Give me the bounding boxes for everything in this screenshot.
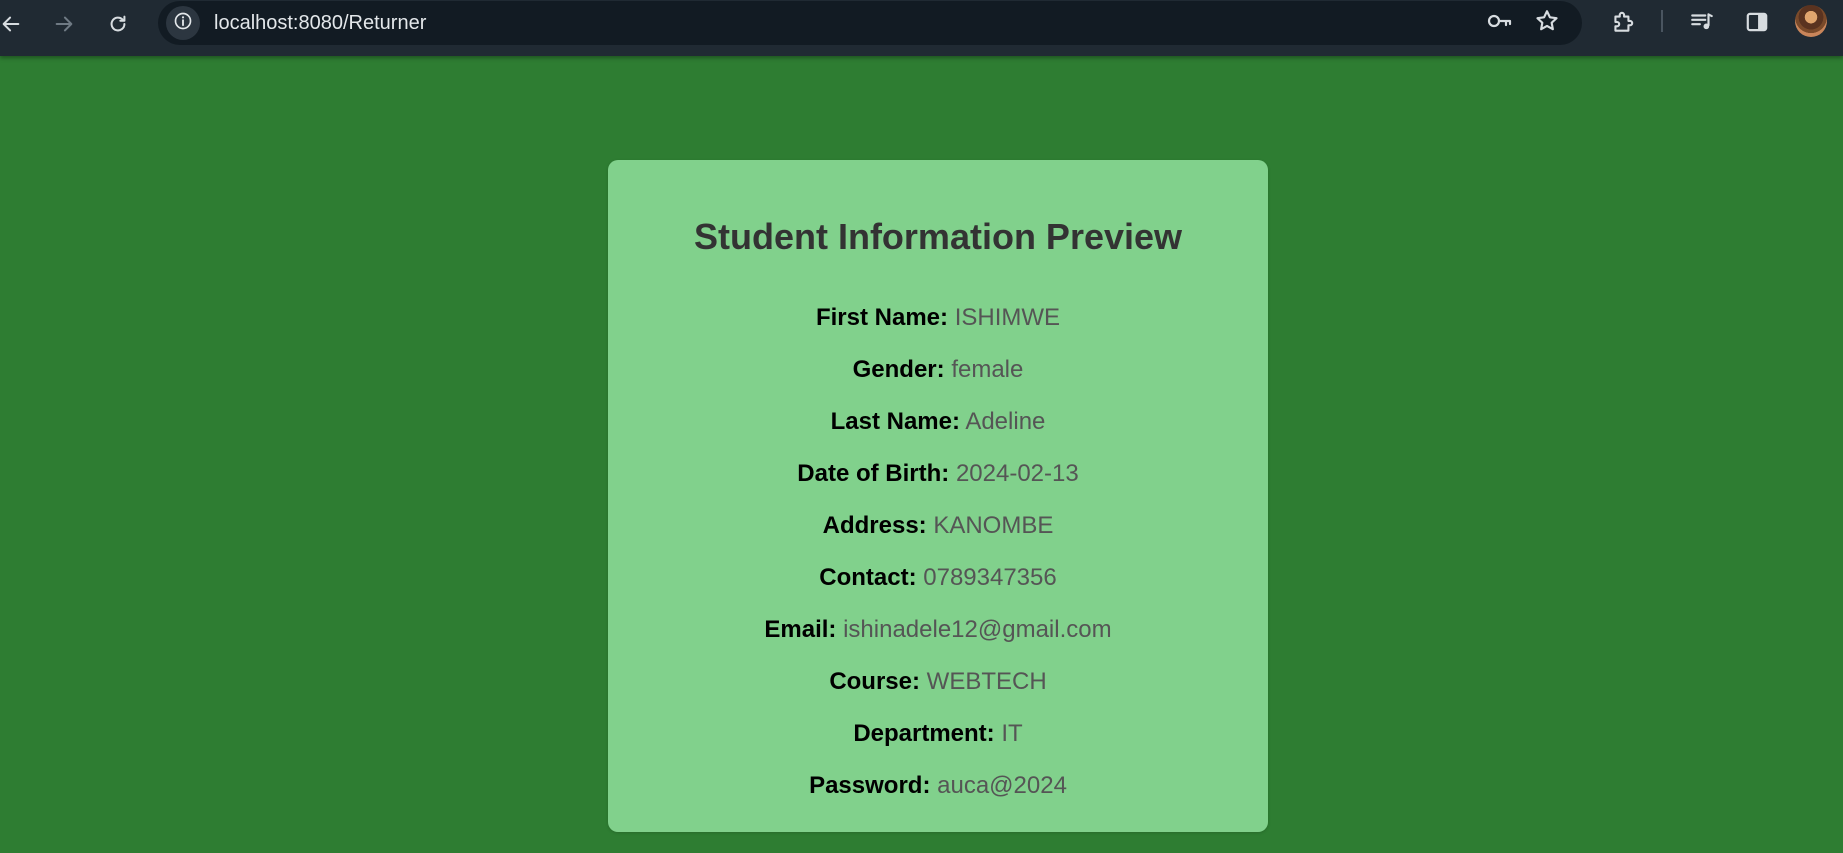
toolbar-divider (1661, 10, 1663, 32)
field-label: First Name: (815, 304, 949, 331)
field-value: female (951, 356, 1024, 383)
site-info-button[interactable] (166, 6, 200, 40)
field-label: Email: (764, 616, 837, 643)
arrow-right-icon (53, 13, 75, 40)
side-panel-icon (1744, 9, 1770, 40)
address-bar[interactable]: localhost:8080/Returner (158, 1, 1582, 45)
key-icon (1486, 8, 1512, 39)
field-label: Password: (809, 772, 931, 799)
field-value: 2024-02-13 (955, 460, 1079, 487)
field-date-of-birth: Date of Birth: 2024-02-13 (608, 460, 1268, 488)
url-text[interactable]: localhost:8080/Returner (214, 12, 426, 34)
reload-icon (107, 13, 129, 40)
browser-toolbar: localhost:8080/Returner (0, 0, 1843, 56)
page-title: Student Information Preview (693, 216, 1183, 257)
student-info-card: Student Information Preview First Name: … (608, 160, 1268, 832)
extensions-button[interactable] (1607, 8, 1639, 40)
field-address: Address: KANOMBE (608, 512, 1268, 540)
field-label: Course: (829, 668, 920, 695)
field-label: Date of Birth: (797, 460, 950, 487)
field-value: 0789347356 (923, 564, 1057, 591)
field-department: Department: IT (608, 720, 1268, 748)
field-value: Adeline (965, 408, 1046, 435)
field-value: auca@2024 (937, 772, 1067, 799)
field-first-name: First Name: ISHIMWE (608, 304, 1268, 332)
field-course: Course: WEBTECH (608, 668, 1268, 696)
avatar[interactable] (1795, 5, 1827, 37)
field-value: IT (1001, 720, 1023, 747)
puzzle-icon (1610, 9, 1636, 40)
field-password: Password: auca@2024 (608, 772, 1268, 800)
playlist-icon (1689, 9, 1715, 40)
field-value: WEBTECH (926, 668, 1047, 695)
field-label: Contact: (819, 564, 917, 591)
bookmark-button[interactable] (1533, 9, 1561, 37)
field-last-name: Last Name: Adeline (608, 408, 1268, 436)
field-label: Gender: (852, 356, 945, 383)
field-value: ISHIMWE (954, 304, 1061, 331)
forward-button[interactable] (47, 9, 81, 43)
side-panel-button[interactable] (1741, 8, 1773, 40)
arrow-left-icon (0, 13, 22, 40)
password-manager-button[interactable] (1485, 9, 1513, 37)
field-gender: Gender: female (608, 356, 1268, 384)
star-icon (1534, 8, 1560, 39)
field-label: Last Name: (830, 408, 960, 435)
media-controls-button[interactable] (1686, 8, 1718, 40)
info-icon (173, 11, 193, 36)
field-label: Address: (822, 512, 927, 539)
field-label: Department: (853, 720, 995, 747)
reload-button[interactable] (101, 9, 135, 43)
field-email: Email: ishinadele12@gmail.com (608, 616, 1268, 644)
field-value: ishinadele12@gmail.com (843, 616, 1112, 643)
field-value: KANOMBE (933, 512, 1054, 539)
field-contact: Contact: 0789347356 (608, 564, 1268, 592)
back-button[interactable] (0, 9, 28, 43)
